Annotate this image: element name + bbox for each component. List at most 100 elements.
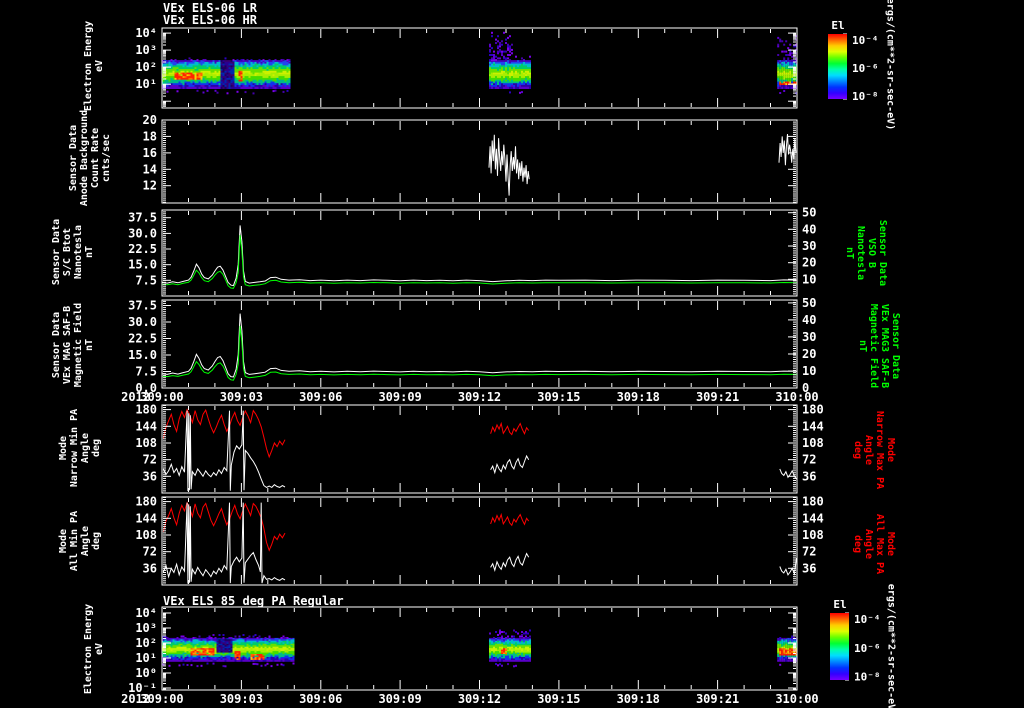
svg-text:50: 50: [802, 206, 816, 220]
svg-text:144: 144: [802, 419, 824, 433]
svg-text:20: 20: [802, 347, 816, 361]
svg-text:309:06: 309:06: [299, 390, 342, 404]
panel-sc-btot: 7.515.0 22.5 30.037.5 10 20 30 40 50: [128, 206, 816, 297]
panel1-title: VEx ELS-06 LR VEx ELS-06 HR: [163, 1, 257, 27]
svg-text:30.0: 30.0: [128, 226, 157, 240]
svg-text:10⁴: 10⁴: [135, 26, 157, 40]
svg-text:309:03: 309:03: [220, 390, 263, 404]
panel7-y-axis-title: Electron Energy eV: [83, 603, 105, 695]
svg-text:10³: 10³: [135, 621, 157, 635]
svg-text:144: 144: [135, 419, 157, 433]
svg-text:108: 108: [802, 528, 824, 542]
panel5-y-axis-title: Mode Narrow Min PA Angle deg: [58, 408, 102, 488]
panel3-right-axis-title: Sensor Data VSO B Nanotesla nT: [844, 219, 888, 287]
svg-text:180: 180: [135, 403, 157, 417]
panel6-right-axis-title: Mode All Max PA Angle deg: [852, 513, 896, 575]
colorbar-bottom: [830, 613, 849, 680]
panel4-y-axis-title: Sensor Data VEx MAG SAF-B Magnetic Field…: [51, 302, 95, 388]
svg-text:310:00: 310:00: [775, 692, 818, 706]
panel-els-lr-hr: 10⁴ 10³ 10² 10¹: [135, 26, 798, 109]
svg-text:36: 36: [802, 561, 816, 575]
svg-text:108: 108: [135, 528, 157, 542]
svg-text:10²: 10²: [135, 636, 157, 650]
colorbar-top: [828, 34, 847, 99]
colorbar-top-title: El: [831, 19, 845, 32]
svg-text:144: 144: [802, 511, 824, 525]
svg-text:10⁻⁴: 10⁻⁴: [852, 34, 879, 47]
svg-text:36: 36: [802, 469, 816, 483]
svg-text:309:03: 309:03: [220, 692, 263, 706]
panel-mag-saf-b: 2012309:00 309:03 309:06 309:09 309:12 309:15…: [121, 296, 819, 404]
svg-text:0.0: 0.0: [135, 381, 157, 395]
svg-text:40: 40: [802, 222, 816, 236]
panel-all-pa: 36 72 108 144 180 36 72 108 144 180: [135, 495, 824, 586]
panel2-y-axis-title: Sensor Data Anode Background Count Rate …: [68, 109, 112, 207]
svg-text:10¹: 10¹: [135, 77, 157, 91]
svg-text:309:15: 309:15: [537, 692, 580, 706]
colorbar-bottom-unit: ergs/(cm**2-sr-sec-eV): [885, 583, 897, 708]
svg-text:180: 180: [802, 495, 824, 509]
plot-stage: 10⁴ 10³ 10² 10¹ 12 14 16 18 20 7.5 15.0 22.5 30.0 37.…: [0, 0, 1024, 708]
svg-text:37.5: 37.5: [128, 211, 157, 225]
svg-text:309:09: 309:09: [378, 692, 421, 706]
panel4-right-axis-title: Sensor Data VEx MAG3 SAF-B Magnetic Fiel…: [857, 303, 901, 389]
panel1-y-axis-title: Electron Energy eV: [83, 20, 105, 112]
svg-text:108: 108: [135, 436, 157, 450]
svg-text:10⁻⁶: 10⁻⁶: [852, 62, 879, 75]
svg-text:30: 30: [802, 239, 816, 253]
svg-text:36: 36: [143, 561, 157, 575]
svg-text:72: 72: [802, 453, 816, 467]
svg-text:72: 72: [802, 545, 816, 559]
svg-text:7.5: 7.5: [135, 365, 157, 379]
svg-text:30.0: 30.0: [128, 315, 157, 329]
svg-text:40: 40: [802, 313, 816, 327]
svg-text:10⁴: 10⁴: [135, 606, 157, 620]
colorbar-bottom-title: El: [833, 598, 847, 611]
svg-text:22.5: 22.5: [128, 242, 157, 256]
svg-text:10: 10: [802, 272, 816, 286]
svg-text:10⁻⁶: 10⁻⁶: [854, 642, 881, 655]
panel6-y-axis-title: Mode All Min PA Angle deg: [58, 510, 102, 572]
svg-text:144: 144: [135, 511, 157, 525]
svg-text:7.5: 7.5: [135, 273, 157, 287]
panel-els-85: 2012309:00 309:03 309:06 309:09 309:12 309:15…: [121, 606, 819, 706]
svg-text:180: 180: [802, 403, 824, 417]
svg-text:20: 20: [143, 113, 157, 127]
svg-text:12: 12: [143, 179, 157, 193]
svg-text:10⁻¹: 10⁻¹: [128, 681, 157, 695]
svg-text:0: 0: [802, 381, 809, 395]
svg-text:10⁻⁸: 10⁻⁸: [852, 90, 879, 103]
svg-text:50: 50: [802, 296, 816, 310]
panel5-right-axis-title: Mode Narrow Max PA Angle deg: [852, 410, 896, 490]
svg-text:309:06: 309:06: [299, 692, 342, 706]
colorbar-top-unit: ergs/(cm**2-sr-sec-eV): [884, 0, 896, 131]
svg-text:72: 72: [143, 545, 157, 559]
svg-text:309:12: 309:12: [458, 692, 501, 706]
svg-text:309:21: 309:21: [696, 390, 739, 404]
svg-text:309:21: 309:21: [696, 692, 739, 706]
panel3-y-axis-title: Sensor Data S/C Btot Nanotesla nT: [51, 218, 95, 286]
svg-text:16: 16: [143, 146, 157, 160]
svg-text:18: 18: [143, 129, 157, 143]
svg-text:36: 36: [143, 469, 157, 483]
svg-text:180: 180: [135, 495, 157, 509]
svg-text:108: 108: [802, 436, 824, 450]
svg-text:10: 10: [802, 364, 816, 378]
svg-text:309:15: 309:15: [537, 390, 580, 404]
svg-text:15.0: 15.0: [128, 348, 157, 362]
svg-text:309:18: 309:18: [617, 390, 660, 404]
svg-text:309:12: 309:12: [458, 390, 501, 404]
panel7-title: VEx ELS 85 deg PA Regular: [163, 594, 344, 608]
svg-text:309:18: 309:18: [617, 692, 660, 706]
svg-text:37.5: 37.5: [128, 299, 157, 313]
svg-text:20: 20: [802, 256, 816, 270]
svg-text:10⁻⁴: 10⁻⁴: [854, 613, 881, 626]
svg-text:10²: 10²: [135, 60, 157, 74]
svg-text:10³: 10³: [135, 43, 157, 57]
svg-text:22.5: 22.5: [128, 332, 157, 346]
svg-text:10¹: 10¹: [135, 651, 157, 665]
svg-text:30: 30: [802, 330, 816, 344]
svg-text:10⁻⁸: 10⁻⁸: [854, 671, 881, 684]
panel-bg-count-rate: 12 14 16 18 20: [143, 113, 798, 204]
panel-narrow-pa: 36 72 108 144 180 36 72 108 144 180: [135, 403, 824, 494]
